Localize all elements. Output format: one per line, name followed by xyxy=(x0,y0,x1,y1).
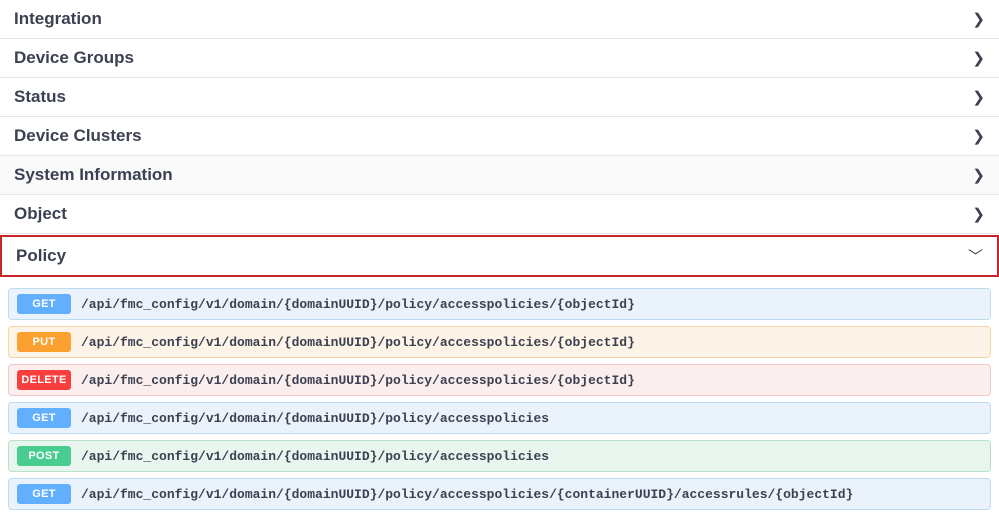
section-system-information[interactable]: System Information ❯ xyxy=(0,156,999,195)
chevron-right-icon: ❯ xyxy=(972,10,985,28)
http-method-badge: POST xyxy=(17,446,71,466)
endpoint-path: /api/fmc_config/v1/domain/{domainUUID}/p… xyxy=(81,373,635,388)
endpoint-path: /api/fmc_config/v1/domain/{domainUUID}/p… xyxy=(81,487,853,502)
section-title: Device Clusters xyxy=(14,126,142,145)
section-title: System Information xyxy=(14,165,173,184)
section-object[interactable]: Object ❯ xyxy=(0,195,999,234)
endpoint-row[interactable]: GET /api/fmc_config/v1/domain/{domainUUI… xyxy=(8,402,991,434)
section-device-clusters[interactable]: Device Clusters ❯ xyxy=(0,117,999,156)
http-method-badge: GET xyxy=(17,484,71,504)
endpoint-row[interactable]: GET /api/fmc_config/v1/domain/{domainUUI… xyxy=(8,478,991,510)
endpoint-path: /api/fmc_config/v1/domain/{domainUUID}/p… xyxy=(81,335,635,350)
http-method-badge: GET xyxy=(17,294,71,314)
section-title: Policy xyxy=(16,246,66,265)
section-policy[interactable]: Policy ﹀ xyxy=(0,235,999,277)
endpoint-path: /api/fmc_config/v1/domain/{domainUUID}/p… xyxy=(81,297,635,312)
http-method-badge: DELETE xyxy=(17,370,71,390)
section-title: Device Groups xyxy=(14,48,134,67)
section-title: Object xyxy=(14,204,67,223)
chevron-right-icon: ❯ xyxy=(972,49,985,67)
endpoint-row[interactable]: PUT /api/fmc_config/v1/domain/{domainUUI… xyxy=(8,326,991,358)
policy-endpoints: GET /api/fmc_config/v1/domain/{domainUUI… xyxy=(0,278,999,520)
endpoint-path: /api/fmc_config/v1/domain/{domainUUID}/p… xyxy=(81,449,549,464)
chevron-right-icon: ❯ xyxy=(972,127,985,145)
endpoint-path: /api/fmc_config/v1/domain/{domainUUID}/p… xyxy=(81,411,549,426)
http-method-badge: GET xyxy=(17,408,71,428)
api-sections-container: Integration ❯ Device Groups ❯ Status ❯ D… xyxy=(0,0,999,520)
section-title: Integration xyxy=(14,9,102,28)
section-device-groups[interactable]: Device Groups ❯ xyxy=(0,39,999,78)
chevron-down-icon: ﹀ xyxy=(968,246,983,267)
chevron-right-icon: ❯ xyxy=(972,166,985,184)
chevron-right-icon: ❯ xyxy=(972,205,985,223)
http-method-badge: PUT xyxy=(17,332,71,352)
endpoint-row[interactable]: GET /api/fmc_config/v1/domain/{domainUUI… xyxy=(8,288,991,320)
endpoint-row[interactable]: DELETE /api/fmc_config/v1/domain/{domain… xyxy=(8,364,991,396)
endpoint-row[interactable]: POST /api/fmc_config/v1/domain/{domainUU… xyxy=(8,440,991,472)
section-title: Status xyxy=(14,87,66,106)
section-integration[interactable]: Integration ❯ xyxy=(0,0,999,39)
chevron-right-icon: ❯ xyxy=(972,88,985,106)
section-status[interactable]: Status ❯ xyxy=(0,78,999,117)
